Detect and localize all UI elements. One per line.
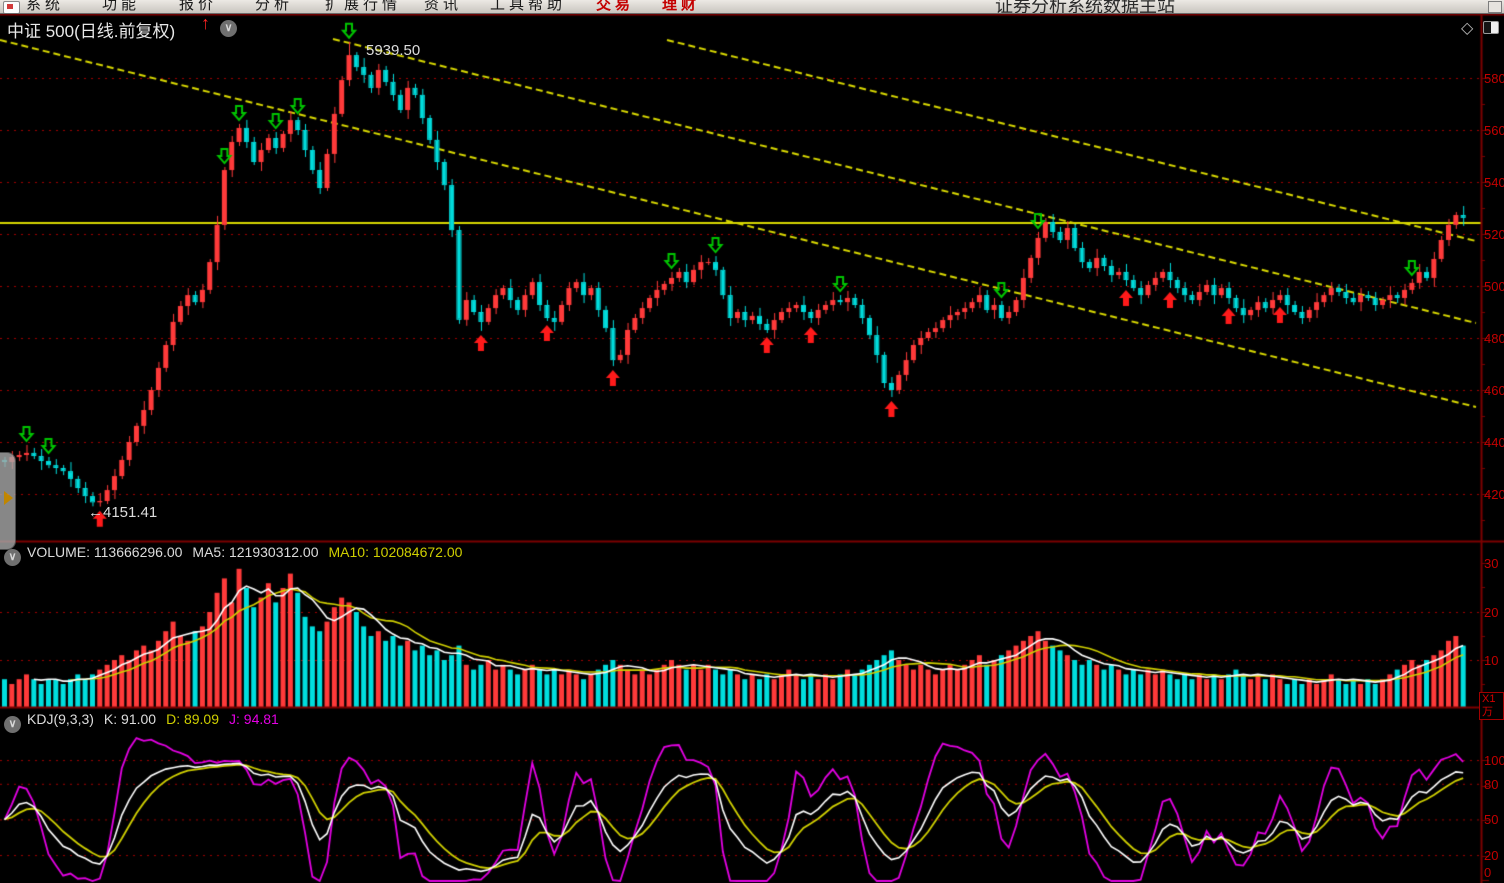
kdj-axis-label: 20 [1484,848,1498,863]
stock-app-window: 证券分析系统数据主站 系统 功能 报价 分析 扩展行情 资讯 工具帮助 交易 理财 中证 500… [0,0,1504,883]
price-axis-label: 5600 [1484,123,1504,138]
split-pane-icon[interactable] [1483,21,1499,34]
menu-item-3[interactable]: 分析 [255,0,293,14]
volume-axis-label: 20 [1484,605,1498,620]
kdj-axis-label: 100 [1484,753,1504,768]
volume-axis-label: 10 [1484,653,1498,668]
menu-bar: 证券分析系统数据主站 系统 功能 报价 分析 扩展行情 资讯 工具帮助 交易 理财 [0,0,1504,14]
volume-ma10-label: MA10: 102084672.00 [329,544,463,560]
menu-item-7[interactable]: 帮助 [528,0,566,14]
kdj-j-label: J: 94.81 [229,711,279,727]
collapse-volume-pane-icon[interactable]: ∨ [4,549,21,566]
menu-item-6[interactable]: 工具 [490,0,528,14]
titlebar-center-text: 证券分析系统数据主站 [995,0,1175,14]
menu-item-9[interactable]: 理财 [662,0,700,14]
up-arrow-icon: ↑ [201,13,210,34]
price-axis-label: 5200 [1484,227,1504,242]
volume-value-label: VOLUME: 113666296.00 [27,544,182,560]
volume-ma5-label: MA5: 121930312.00 [192,544,318,560]
peak-price-label: 5939.50 [366,42,420,59]
chart-canvas[interactable] [0,0,1504,883]
kdj-k-label: K: 91.00 [104,711,156,727]
menu-item-1[interactable]: 功能 [102,0,140,14]
kdj-d-label: D: 89.09 [166,711,219,727]
kdj-axis-label: 80 [1484,777,1498,792]
volume-pane-header: ∨ VOLUME: 113666296.00 MA5: 121930312.00 MA… [4,544,462,566]
menu-item-2[interactable]: 报价 [179,0,217,14]
menu-item-8[interactable]: 交易 [596,0,634,14]
kdj-axis-label: 50 [1484,812,1498,827]
menu-item-4[interactable]: 扩展行情 [325,0,401,14]
price-axis-label: 5800 [1484,71,1504,86]
price-axis-label: 5400 [1484,175,1504,190]
kdj-name-label: KDJ(9,3,3) [27,711,94,727]
price-axis-label: 4200 [1484,487,1504,502]
menu-item-5[interactable]: 资讯 [424,0,462,14]
menu-item-0[interactable]: 系统 [26,0,64,14]
volume-axis-label: 30 [1484,556,1498,571]
volume-unit-badge: X1万 [1479,692,1504,720]
price-axis-label: 4400 [1484,435,1504,450]
expand-panel-arrow-icon [4,491,13,505]
instrument-title: 中证 500(日线.前复权) [7,17,175,42]
diamond-tool-icon[interactable]: ◇ [1461,18,1473,38]
kdj-pane-header: ∨ KDJ(9,3,3) K: 91.00 D: 89.09 J: 94.81 [4,711,279,733]
collapse-main-pane-icon[interactable]: ∨ [220,20,237,37]
menu-corner-icon[interactable] [1488,1,1502,13]
app-logo-icon[interactable] [3,1,20,14]
kdj-axis-label: 0 [1484,865,1491,880]
price-axis-label: 5000 [1484,279,1504,294]
side-panel-drag-handle[interactable] [0,452,16,550]
low-price-label: ←4151.41 [88,504,157,521]
price-axis-label: 4600 [1484,383,1504,398]
collapse-kdj-pane-icon[interactable]: ∨ [4,716,21,733]
price-axis-label: 4800 [1484,331,1504,346]
